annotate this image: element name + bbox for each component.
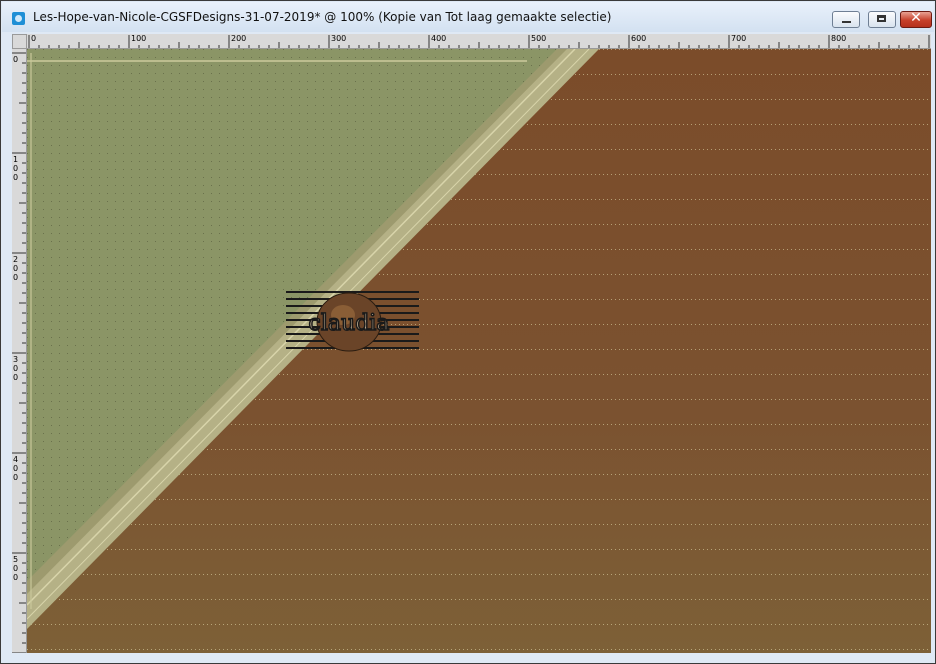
title-bar[interactable]: Les-Hope-van-Nicole-CGSFDesigns-31-07-20… bbox=[2, 2, 934, 32]
ruler-label: 0 bbox=[13, 164, 19, 173]
svg-text:claudia: claudia bbox=[309, 311, 390, 336]
ruler-label: 0 bbox=[13, 473, 19, 482]
ruler-label: 3 bbox=[13, 355, 19, 364]
psp-image-icon bbox=[12, 12, 25, 25]
ruler-label: 0 bbox=[13, 55, 19, 64]
ruler-label: 1 bbox=[13, 155, 19, 164]
ruler-label: 100 bbox=[131, 34, 147, 43]
ruler-label: 5 bbox=[13, 555, 19, 564]
ruler-label: 300 bbox=[331, 34, 347, 43]
ruler-label: 0 bbox=[13, 464, 19, 473]
ruler-label: 200 bbox=[231, 34, 247, 43]
horizontal-ruler-ticks bbox=[28, 35, 930, 48]
close-icon: ✕ bbox=[910, 10, 922, 26]
image-canvas[interactable]: claudia bbox=[27, 49, 931, 653]
image-window: Les-Hope-van-Nicole-CGSFDesigns-31-07-20… bbox=[0, 0, 936, 664]
canvas-artwork: claudia bbox=[27, 49, 931, 653]
ruler-label: 0 bbox=[13, 364, 19, 373]
close-button[interactable]: ✕ bbox=[900, 10, 932, 28]
ruler-label: 0 bbox=[31, 34, 37, 43]
ruler-label: 700 bbox=[731, 34, 747, 43]
ruler-label: 0 bbox=[13, 264, 19, 273]
window-title: Les-Hope-van-Nicole-CGSFDesigns-31-07-20… bbox=[33, 10, 612, 24]
maximize-icon bbox=[877, 15, 886, 22]
ruler-label: 600 bbox=[631, 34, 647, 43]
ruler-label: 4 bbox=[13, 455, 19, 464]
ruler-label: 2 bbox=[13, 255, 19, 264]
ruler-label: 0 bbox=[13, 373, 19, 382]
ruler-label: 0 bbox=[13, 564, 19, 573]
ruler-label: 400 bbox=[431, 34, 447, 43]
ruler-label: 500 bbox=[531, 34, 547, 43]
ruler-label: 800 bbox=[831, 34, 847, 43]
ruler-label: 0 bbox=[13, 273, 19, 282]
maximize-button[interactable] bbox=[868, 11, 896, 28]
horizontal-ruler[interactable]: 0 100 200 300 400 500 600 700 800 bbox=[12, 34, 931, 49]
ruler-label: 0 bbox=[13, 573, 19, 582]
window-bottom-border bbox=[2, 654, 934, 663]
vertical-ruler[interactable]: 0100200300400500 bbox=[12, 49, 27, 653]
minimize-icon bbox=[842, 21, 851, 23]
ruler-label: 0 bbox=[13, 173, 19, 182]
minimize-button[interactable] bbox=[832, 11, 860, 28]
ruler-corner bbox=[12, 34, 27, 49]
